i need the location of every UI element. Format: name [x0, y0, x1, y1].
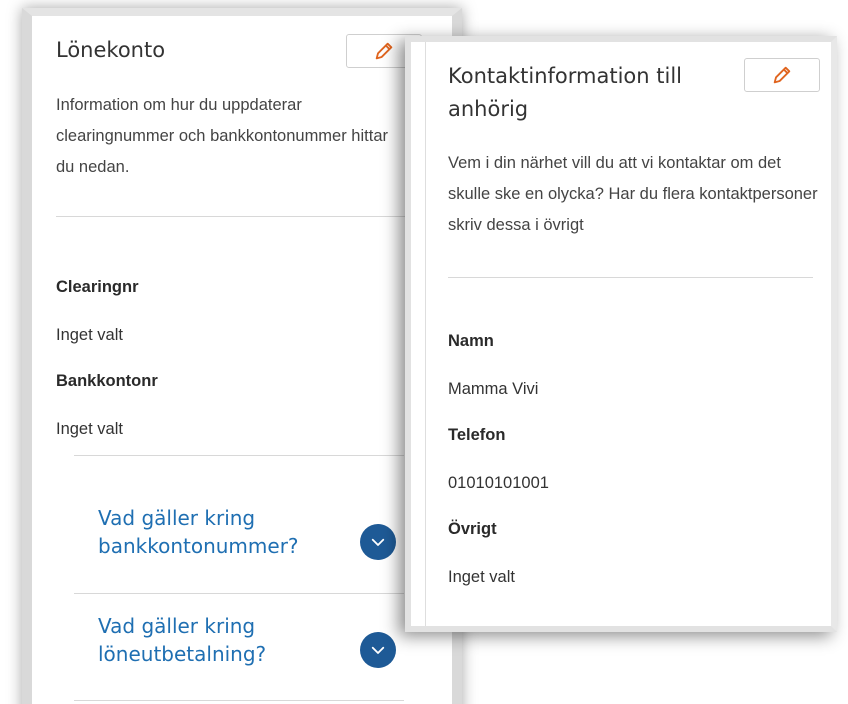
edit-button[interactable]: [744, 58, 820, 92]
field-value-other: Inget valt: [448, 568, 515, 586]
chevron-down-icon: [371, 646, 385, 654]
field-value-bankaccount: Inget valt: [56, 420, 123, 438]
divider: [448, 277, 813, 278]
field-label-other: Övrigt: [448, 520, 497, 538]
field-label-name: Namn: [448, 332, 494, 350]
faq-question-bankaccount[interactable]: Vad gäller kring bankkontonummer?: [98, 504, 338, 560]
field-label-bankaccount: Bankkontonr: [56, 372, 158, 390]
divider: [74, 700, 404, 701]
field-value-name: Mamma Vivi: [448, 380, 539, 398]
expand-button[interactable]: [360, 632, 396, 668]
salary-account-card: Lönekonto Information om hur du uppdater…: [22, 8, 462, 704]
field-value-phone: 01010101001: [448, 474, 549, 492]
field-value-clearing: Inget valt: [56, 326, 123, 344]
card-title: Kontaktinformation till anhörig: [448, 64, 682, 121]
next-of-kin-card: Kontaktinformation till anhörig Vem i di…: [405, 36, 837, 632]
expand-button[interactable]: [360, 524, 396, 560]
pencil-icon: [375, 42, 393, 60]
field-label-phone: Telefon: [448, 426, 506, 444]
card-description: Vem i din närhet vill du att vi kontakta…: [448, 154, 818, 234]
card-title: Lönekonto: [56, 38, 166, 62]
screen: Lönekonto Information om hur du uppdater…: [0, 0, 848, 704]
faq-question-salary[interactable]: Vad gäller kring löneutbetalning?: [98, 612, 338, 668]
chevron-down-icon: [371, 538, 385, 546]
divider: [74, 593, 404, 594]
card-description: Information om hur du uppdaterar clearin…: [56, 96, 388, 176]
field-label-clearing: Clearingnr: [56, 278, 139, 296]
pencil-icon: [773, 66, 791, 84]
divider: [56, 216, 416, 217]
divider: [74, 455, 404, 456]
